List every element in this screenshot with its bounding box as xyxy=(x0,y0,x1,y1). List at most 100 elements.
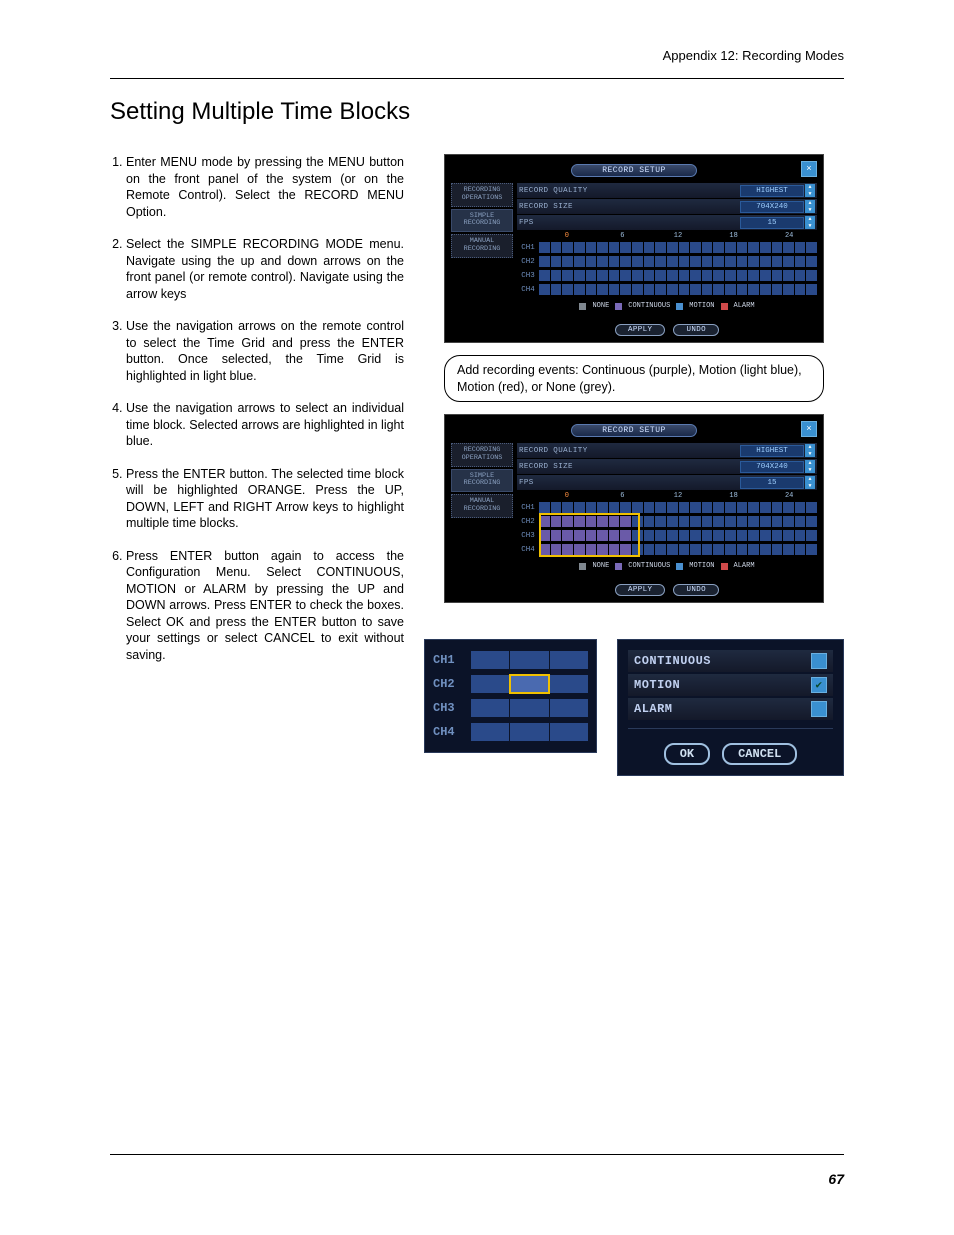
step-5: Press the ENTER button. The selected tim… xyxy=(126,466,404,532)
grid-cells[interactable] xyxy=(539,502,817,513)
fps-value[interactable]: 15 xyxy=(740,217,804,229)
legend-motion-swatch xyxy=(676,303,683,310)
size-spinner[interactable]: ▲▼ xyxy=(805,460,815,473)
fps-spinner[interactable]: ▲▼ xyxy=(805,476,815,489)
channel-label: CH1 xyxy=(517,244,539,252)
channel-label: CH2 xyxy=(433,677,471,691)
channel-row: CH1 xyxy=(433,648,588,672)
fps-spinner[interactable]: ▲▼ xyxy=(805,216,815,229)
channel-cells[interactable] xyxy=(471,651,588,669)
channel-label: CH2 xyxy=(517,258,539,266)
record-size-value[interactable]: 704X240 xyxy=(740,461,804,473)
channel-grid-panel: CH1 CH2 CH3 CH4 xyxy=(424,639,597,753)
option-motion[interactable]: MOTION✔ xyxy=(628,674,833,696)
grid-cells[interactable] xyxy=(539,530,817,541)
apply-button[interactable]: APPLY xyxy=(615,324,666,336)
step-2: Select the SIMPLE RECORDING MODE menu. N… xyxy=(126,236,404,302)
channel-label: CH3 xyxy=(517,272,539,280)
record-size-value[interactable]: 704X240 xyxy=(740,201,804,213)
record-quality-value[interactable]: HIGHEST xyxy=(740,445,804,457)
record-size-label: RECORD SIZE xyxy=(519,203,740,211)
grid-row: CH3 xyxy=(517,269,817,282)
divider-bottom xyxy=(110,1154,844,1155)
panel-title: RECORD SETUP xyxy=(571,424,697,437)
legend-alarm-swatch xyxy=(721,563,728,570)
grid-row: CH4 xyxy=(517,283,817,296)
channel-label: CH4 xyxy=(517,546,539,554)
close-icon[interactable]: × xyxy=(801,421,817,437)
channel-cells[interactable] xyxy=(471,723,588,741)
legend-alarm-swatch xyxy=(721,303,728,310)
channel-label: CH2 xyxy=(517,518,539,526)
grid-row: CH3 xyxy=(517,529,817,542)
instructions-column: Enter MENU mode by pressing the MENU but… xyxy=(110,154,404,776)
channel-cells[interactable] xyxy=(471,699,588,717)
checkbox-icon[interactable] xyxy=(811,701,827,717)
close-icon[interactable]: × xyxy=(801,161,817,177)
page-number: 67 xyxy=(828,1171,844,1187)
time-axis: 06121824 xyxy=(517,491,817,501)
grid-cells[interactable] xyxy=(539,516,817,527)
checkbox-icon[interactable] xyxy=(811,653,827,669)
channel-label: CH1 xyxy=(517,504,539,512)
grid-cells[interactable] xyxy=(539,284,817,295)
channel-row: CH3 xyxy=(433,696,588,720)
step-4: Use the navigation arrows to select an i… xyxy=(126,400,404,450)
record-size-label: RECORD SIZE xyxy=(519,463,740,471)
quality-spinner[interactable]: ▲▼ xyxy=(805,184,815,197)
channel-cells[interactable] xyxy=(471,675,588,693)
grid-row: CH1 xyxy=(517,501,817,514)
time-axis: 06121824 xyxy=(517,231,817,241)
grid-row: CH4 xyxy=(517,543,817,556)
channel-row: CH2 xyxy=(433,672,588,696)
option-alarm[interactable]: ALARM xyxy=(628,698,833,720)
grid-cells[interactable] xyxy=(539,256,817,267)
channel-label: CH3 xyxy=(517,532,539,540)
record-quality-value[interactable]: HIGHEST xyxy=(740,185,804,197)
legend: NONE CONTINUOUS MOTION ALARM xyxy=(517,562,817,570)
cancel-button[interactable]: CANCEL xyxy=(722,743,797,765)
fps-label: FPS xyxy=(519,479,740,487)
undo-button[interactable]: UNDO xyxy=(673,324,719,336)
tab-manual-recording[interactable]: MANUAL RECORDING xyxy=(451,494,513,518)
tab-simple-recording[interactable]: SIMPLE RECORDING xyxy=(451,209,513,233)
step-3: Use the navigation arrows on the remote … xyxy=(126,318,404,384)
record-setup-panel-1: RECORD SETUP × RECORDING OPERATIONS SIMP… xyxy=(444,154,824,343)
legend-none-swatch xyxy=(579,303,586,310)
record-quality-label: RECORD QUALITY xyxy=(519,447,740,455)
grid-cells[interactable] xyxy=(539,270,817,281)
grid-cells[interactable] xyxy=(539,544,817,555)
fps-value[interactable]: 15 xyxy=(740,477,804,489)
tab-recording-operations[interactable]: RECORDING OPERATIONS xyxy=(451,183,513,207)
grid-row: CH1 xyxy=(517,241,817,254)
legend-none-swatch xyxy=(579,563,586,570)
size-spinner[interactable]: ▲▼ xyxy=(805,200,815,213)
channel-label: CH4 xyxy=(433,725,471,739)
step-1: Enter MENU mode by pressing the MENU but… xyxy=(126,154,404,220)
legend-continuous-swatch xyxy=(615,303,622,310)
fps-label: FPS xyxy=(519,219,740,227)
record-quality-label: RECORD QUALITY xyxy=(519,187,740,195)
legend-continuous-swatch xyxy=(615,563,622,570)
legend-motion-swatch xyxy=(676,563,683,570)
quality-spinner[interactable]: ▲▼ xyxy=(805,444,815,457)
apply-button[interactable]: APPLY xyxy=(615,584,666,596)
channel-label: CH1 xyxy=(433,653,471,667)
ok-button[interactable]: OK xyxy=(664,743,710,765)
page-title: Setting Multiple Time Blocks xyxy=(110,98,844,126)
undo-button[interactable]: UNDO xyxy=(673,584,719,596)
instructions-list: Enter MENU mode by pressing the MENU but… xyxy=(110,154,404,663)
grid-cells[interactable] xyxy=(539,242,817,253)
tab-recording-operations[interactable]: RECORDING OPERATIONS xyxy=(451,443,513,467)
divider-top xyxy=(110,78,844,79)
tab-manual-recording[interactable]: MANUAL RECORDING xyxy=(451,234,513,258)
legend: NONE CONTINUOUS MOTION ALARM xyxy=(517,302,817,310)
config-menu-panel: CONTINUOUS MOTION✔ ALARM OK CANCEL xyxy=(617,639,844,776)
channel-label: CH3 xyxy=(433,701,471,715)
grid-row: CH2 xyxy=(517,515,817,528)
grid-row: CH2 xyxy=(517,255,817,268)
option-continuous[interactable]: CONTINUOUS xyxy=(628,650,833,672)
checkbox-checked-icon[interactable]: ✔ xyxy=(811,677,827,693)
callout-note: Add recording events: Continuous (purple… xyxy=(444,355,824,402)
tab-simple-recording[interactable]: SIMPLE RECORDING xyxy=(451,469,513,493)
